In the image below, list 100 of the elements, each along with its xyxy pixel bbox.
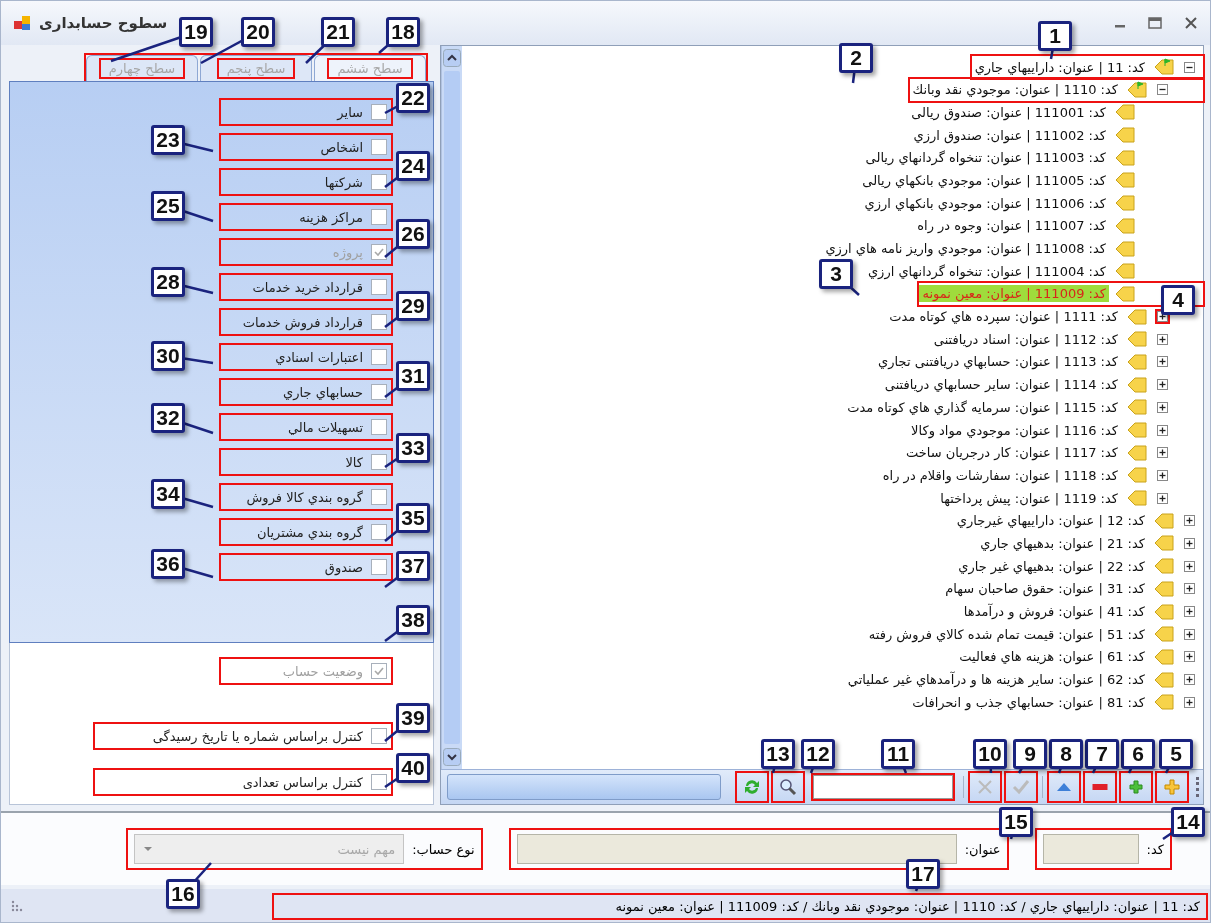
checkbox[interactable] (371, 774, 387, 790)
tree-item[interactable]: کد: 22 | عنوان: بدهيهاي غير جاري (955, 557, 1148, 575)
checkbox-option[interactable]: مراكز هزينه (221, 205, 391, 229)
expand-icon[interactable] (1184, 515, 1195, 527)
tree-item[interactable]: کد: 111005 | عنوان: موجودي بانكهاي ريالی (859, 171, 1109, 189)
tree-item[interactable]: کد: 111007 | عنوان: وجوه در راه (914, 217, 1109, 235)
checkbox-option[interactable]: کنترل براساس تعدادی (95, 770, 391, 794)
tree-item[interactable]: کد: 21 | عنوان: بدهيهاي جاري (977, 534, 1148, 552)
expand-icon[interactable] (1184, 537, 1195, 549)
checkbox[interactable] (371, 728, 387, 744)
tree-item[interactable]: کد: 111002 | عنوان: صندوق ارزي (910, 126, 1109, 144)
collapse-icon[interactable] (1157, 84, 1168, 96)
search-field[interactable] (813, 775, 953, 799)
search-button[interactable] (773, 773, 803, 801)
flagged-tag-icon (1126, 80, 1148, 99)
tree-item[interactable]: کد: 1110 | عنوان: موجودي نقد وبانك (909, 81, 1121, 99)
tree-item[interactable]: کد: 1115 | عنوان: سرمايه گذاري هاي كوتاه مدت (844, 398, 1121, 416)
checkbox[interactable] (371, 489, 387, 505)
checkbox[interactable] (371, 384, 387, 400)
checkbox-option[interactable]: تسهيلات مالي (221, 415, 391, 439)
expand-icon[interactable] (1157, 356, 1168, 368)
tree-item[interactable]: کد: 11 | عنوان: دارایيهاي جاري (971, 58, 1148, 76)
tag-icon (1114, 216, 1136, 235)
checkbox[interactable] (371, 524, 387, 540)
callout-number: 15 (999, 807, 1033, 837)
resize-grip-icon[interactable] (11, 900, 23, 912)
expand-icon[interactable] (1157, 469, 1168, 481)
checkbox-option[interactable]: گروه بندي كالا فروش (221, 485, 391, 509)
expand-icon[interactable] (1157, 492, 1168, 504)
tree-item[interactable]: کد: 111001 | عنوان: صندوق ريالی (908, 103, 1109, 121)
checkbox-option[interactable]: قرارداد فروش خدمات (221, 310, 391, 334)
expand-icon[interactable] (1184, 628, 1195, 640)
checkbox[interactable] (371, 174, 387, 190)
maximize-icon[interactable] (1148, 17, 1162, 29)
tree-item[interactable]: کد: 61 | عنوان: هزينه هاي فعاليت (956, 648, 1148, 666)
close-icon[interactable] (1184, 16, 1198, 30)
tree-item[interactable]: کد: 1119 | عنوان: پيش پرداختها (937, 489, 1121, 507)
tree-item[interactable]: کد: 1113 | عنوان: حسابهاي دريافتنی تجاري (875, 353, 1121, 371)
checkbox-option[interactable]: اعتبارات اسنادي (221, 345, 391, 369)
tree-item[interactable]: کد: 111003 | عنوان: تنخواه گردانهاي ريالی (862, 149, 1109, 167)
tree-item[interactable]: کد: 31 | عنوان: حقوق صاحبان سهام (942, 580, 1148, 598)
checkbox[interactable] (371, 314, 387, 330)
tree-item[interactable]: کد: 81 | عنوان: حسابهاي جذب و انحرافات (909, 693, 1148, 711)
checkbox-option[interactable]: گروه بندي مشتريان (221, 520, 391, 544)
tree-item[interactable]: کد: 111006 | عنوان: موجودي بانكهاي ارزي (861, 194, 1109, 212)
checkbox[interactable] (371, 349, 387, 365)
expand-icon[interactable] (1184, 583, 1195, 595)
tree-item[interactable]: کد: 111004 | عنوان: تنخواه گردانهاي ارزي (864, 262, 1109, 280)
callout-number: 7 (1085, 739, 1119, 769)
scroll-down-icon[interactable] (443, 748, 461, 766)
tree-item[interactable]: کد: 12 | عنوان: دارایيهاي غيرجاري (953, 512, 1148, 530)
expand-icon[interactable] (1157, 311, 1168, 323)
checkbox[interactable] (371, 104, 387, 120)
tree-item[interactable]: کد: 111008 | عنوان: موجودي واريز نامه هاي ارزي (822, 240, 1109, 257)
checkbox[interactable] (371, 419, 387, 435)
checkbox[interactable] (371, 139, 387, 155)
expand-icon[interactable] (1157, 379, 1168, 391)
code-field[interactable] (1042, 834, 1139, 864)
title-field[interactable] (516, 834, 957, 864)
tree-item[interactable]: کد: 1117 | عنوان: كار درجريان ساخت (902, 444, 1121, 462)
expand-icon[interactable] (1184, 606, 1195, 617)
scrollbar[interactable] (441, 46, 462, 769)
collapse-icon[interactable] (1184, 61, 1195, 73)
scroll-up-icon[interactable] (443, 49, 461, 67)
tree-item[interactable]: کد: 1118 | عنوان: سفارشات واقلام در راه (879, 466, 1121, 484)
callout-number: 37 (396, 551, 430, 581)
tree-item[interactable]: کد: 1112 | عنوان: اسناد دريافتنی (930, 330, 1121, 348)
checkbox[interactable] (371, 454, 387, 470)
checkbox[interactable] (371, 209, 387, 225)
close-icon (977, 779, 993, 795)
expand-icon[interactable] (1184, 674, 1195, 686)
tree-item[interactable]: کد: 62 | عنوان: ساير هزينه ها و درآمدهاي غير عملياتي (844, 671, 1148, 689)
tree-item[interactable]: کد: 41 | عنوان: فروش و درآمدها (960, 603, 1148, 620)
add-child-button[interactable] (1121, 773, 1151, 801)
checkbox-option[interactable]: شركتها (221, 170, 391, 194)
expand-icon[interactable] (1157, 333, 1168, 345)
checkbox-option[interactable]: اشخاص (221, 135, 391, 159)
tree-item[interactable]: کد: 51 | عنوان: قيمت تمام شده كالاي فروش رفته (865, 625, 1148, 643)
checkbox-option[interactable]: حسابهاي جاري (221, 380, 391, 404)
check-icon (373, 665, 385, 677)
tree-item[interactable]: کد: 1116 | عنوان: موجودي مواد وكالا (908, 421, 1121, 439)
checkbox-option[interactable]: ساير (221, 100, 391, 124)
expand-icon[interactable] (1184, 696, 1195, 708)
expand-icon[interactable] (1157, 401, 1168, 413)
expand-icon[interactable] (1157, 424, 1168, 436)
expand-icon[interactable] (1157, 447, 1168, 459)
delete-button[interactable] (1085, 773, 1115, 801)
tree-item[interactable]: کد: 1111 | عنوان: سپرده هاي كوتاه مدت (886, 308, 1121, 326)
expand-icon[interactable] (1184, 651, 1195, 663)
checkbox[interactable] (371, 559, 387, 575)
checkbox-option[interactable]: کنترل براساس شماره یا تاریخ رسیدگی (95, 724, 391, 748)
expand-icon[interactable] (1184, 560, 1195, 572)
tag-icon (1126, 466, 1148, 485)
move-up-button[interactable] (1049, 773, 1079, 801)
checkbox-option[interactable]: صندوق (221, 555, 391, 579)
checkbox-option[interactable]: قرارداد خريد خدمات (221, 275, 391, 299)
checkbox-option[interactable]: كالا (221, 450, 391, 474)
tree-item[interactable]: کد: 1114 | عنوان: ساير حسابهاي دريافتنی (881, 376, 1121, 394)
checkbox[interactable] (371, 279, 387, 295)
refresh-button[interactable] (737, 773, 767, 801)
